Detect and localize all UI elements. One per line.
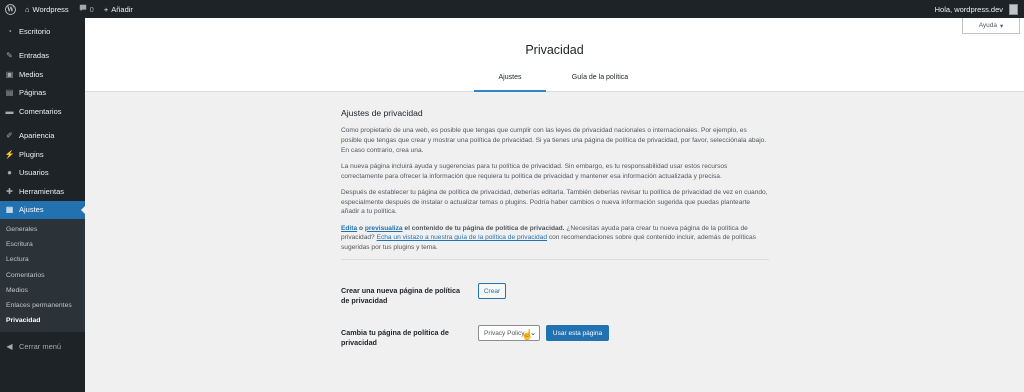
guide-link[interactable]: Echa un vistazo a nuestra guía de la pol… (377, 234, 547, 241)
sidebar-item-label: Entradas (19, 51, 50, 61)
brush-icon: ✐ (6, 131, 13, 141)
sidebar-item-herramientas[interactable]: ✚ Herramientas (0, 182, 85, 201)
collapse-menu-button[interactable]: ◀ Cerrar menú (0, 337, 85, 356)
svg-text:W: W (6, 6, 14, 13)
tab-guia-politica[interactable]: Guía de la política (555, 74, 645, 92)
intro-paragraph: Como propietario de una web, es posible … (341, 127, 767, 154)
comment-icon: ▬ (5, 106, 14, 116)
account-menu[interactable]: Hola, wordpress.dev (930, 0, 1024, 18)
settings-icon: ▦ (5, 205, 14, 215)
sidebar-item-paginas[interactable]: ▤ Páginas (0, 84, 85, 103)
sidebar-item-apariencia[interactable]: ✐ Apariencia (0, 127, 85, 146)
admin-bar: W ⌂ Wordpress 0 + Añadir Hola, wordpress… (0, 0, 1024, 18)
sidebar-item-entradas[interactable]: ✎ Entradas (0, 47, 85, 66)
greeting-label: Hola, wordpress.dev (934, 4, 1003, 14)
help-paragraph: Edita o previsualiza el contenido de tu … (341, 224, 769, 253)
new-content-label: Añadir (111, 4, 133, 14)
users-icon: ● (7, 168, 12, 178)
comments-count: 0 (89, 4, 94, 14)
plus-icon: + (103, 4, 109, 14)
divider (341, 259, 769, 261)
dashboard-icon: ◔ (7, 26, 12, 36)
hand-cursor-icon: ☝ (521, 330, 534, 341)
media-icon: ▣ (5, 69, 14, 79)
comments-link[interactable]: 0 (74, 0, 99, 18)
admin-sidebar: ◔ Escritorio ✎ Entradas ▣ Medios ▤ Págin… (0, 18, 85, 392)
edit-link[interactable]: Edita (341, 225, 357, 232)
sidebar-item-label: Medios (19, 69, 44, 79)
change-page-label: Cambia tu página de política de privacid… (341, 328, 449, 348)
sidebar-item-label: Herramientas (19, 186, 65, 196)
sidebar-item-plugins[interactable]: ⚡ Plugins (0, 145, 85, 164)
submenu-item-generales[interactable]: Generales (0, 222, 85, 237)
sidebar-item-escritorio[interactable]: ◔ Escritorio (0, 22, 85, 41)
guidance-paragraph: La nueva página incluirá ayuda y sugeren… (341, 163, 728, 180)
pin-icon: ✎ (6, 51, 13, 61)
plugin-icon: ⚡ (4, 149, 15, 159)
sidebar-item-comentarios[interactable]: ▬ Comentarios (0, 102, 85, 121)
tab-ajustes[interactable]: Ajustes (474, 74, 546, 92)
submenu-item-privacidad[interactable]: Privacidad (0, 313, 85, 328)
privacy-settings-content: Ajustes de privacidad Como propietario d… (341, 107, 769, 261)
submenu-item-comentarios[interactable]: Comentarios (0, 268, 85, 283)
sidebar-item-label: Ajustes (19, 205, 44, 215)
page-icon: ▤ (5, 88, 14, 98)
submenu-item-medios[interactable]: Medios (0, 283, 85, 298)
sidebar-item-label: Escritorio (19, 26, 51, 36)
page-title: Privacidad (525, 43, 584, 57)
sidebar-item-label: Apariencia (19, 131, 55, 141)
sidebar-item-usuarios[interactable]: ● Usuarios (0, 164, 85, 183)
review-paragraph: Después de establecer tu página de polít… (341, 189, 768, 216)
or-text: o (357, 224, 365, 232)
sidebar-item-label: Comentarios (19, 106, 62, 116)
sidebar-item-label: Páginas (19, 88, 47, 98)
create-button[interactable]: Crear (478, 283, 506, 299)
help-label: Ayuda (978, 22, 998, 29)
sidebar-item-ajustes[interactable]: ▦ Ajustes (0, 200, 85, 219)
comment-bubble-icon (79, 4, 87, 14)
settings-submenu: Generales Escritura Lectura Comentarios … (0, 219, 85, 333)
create-page-label: Crear una nueva página de política de pr… (341, 286, 461, 306)
caret-down-icon: ▾ (1000, 22, 1004, 30)
new-content-link[interactable]: + Añadir (99, 0, 138, 18)
sidebar-item-label: Usuarios (19, 168, 49, 178)
site-name-link[interactable]: ⌂ Wordpress (20, 0, 74, 18)
edit-preview-text: el contenido de tu página de política de… (402, 224, 565, 232)
select-value: Privacy Policy (484, 329, 525, 337)
wordpress-logo-icon[interactable]: W (0, 0, 20, 18)
section-title: Ajustes de privacidad (341, 108, 423, 118)
preview-link[interactable]: previsualiza (365, 225, 403, 232)
submenu-item-lectura[interactable]: Lectura (0, 252, 85, 267)
submenu-item-escritura[interactable]: Escritura (0, 237, 85, 252)
sidebar-item-medios[interactable]: ▣ Medios (0, 65, 85, 84)
page-header: Privacidad Ayuda ▾ Ajustes Guía de la po… (85, 18, 1024, 92)
wrench-icon: ✚ (6, 186, 13, 196)
help-tab-button[interactable]: Ayuda ▾ (962, 18, 1020, 34)
sidebar-item-label: Plugins (19, 149, 44, 159)
home-icon: ⌂ (25, 4, 30, 14)
submenu-item-enlaces[interactable]: Enlaces permanentes (0, 298, 85, 313)
use-this-page-button[interactable]: Usar esta página (546, 325, 609, 341)
avatar (1009, 3, 1018, 15)
collapse-menu-label: Cerrar menú (19, 342, 62, 352)
site-name-label: Wordpress (32, 4, 69, 14)
collapse-icon: ◀ (6, 342, 13, 352)
